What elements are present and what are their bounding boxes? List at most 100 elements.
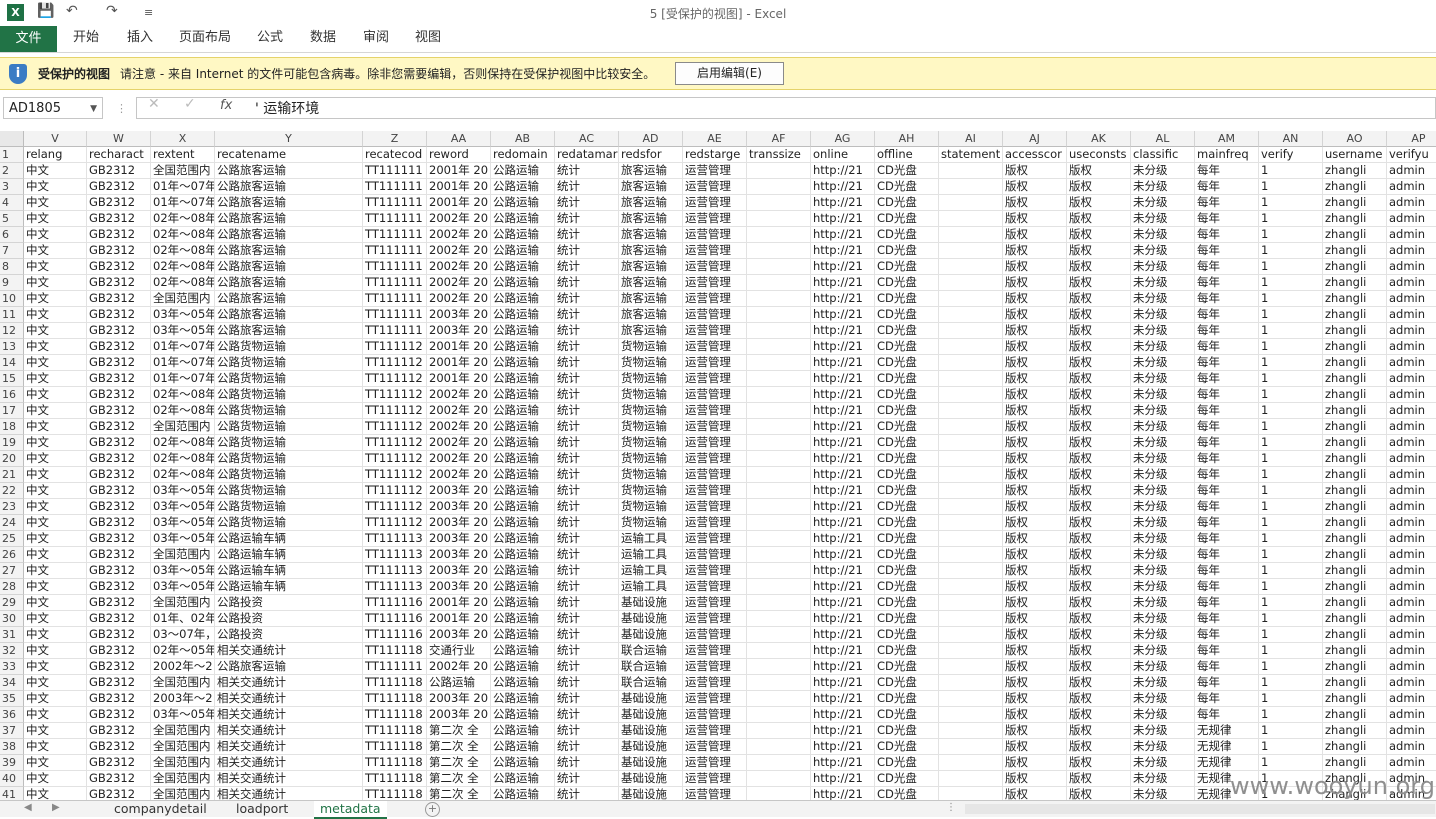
column-header-an[interactable]: AN: [1259, 131, 1323, 147]
table-cell[interactable]: 中文: [24, 739, 87, 755]
table-cell[interactable]: GB2312: [87, 787, 151, 800]
table-cell[interactable]: CD光盘: [875, 627, 939, 643]
table-cell[interactable]: 每年: [1195, 627, 1259, 643]
table-cell[interactable]: 货物运输: [619, 339, 683, 355]
table-cell[interactable]: TT111113: [363, 579, 427, 595]
table-cell[interactable]: http://21: [811, 291, 875, 307]
table-cell[interactable]: zhangli: [1323, 707, 1387, 723]
table-cell[interactable]: 未分级: [1131, 387, 1195, 403]
table-cell[interactable]: 运营管理: [683, 531, 747, 547]
table-cell[interactable]: 公路货物运输: [215, 419, 363, 435]
table-cell[interactable]: CD光盘: [875, 483, 939, 499]
table-cell[interactable]: 每年: [1195, 163, 1259, 179]
table-cell[interactable]: GB2312: [87, 611, 151, 627]
table-cell[interactable]: 统计: [555, 195, 619, 211]
table-cell[interactable]: zhangli: [1323, 275, 1387, 291]
table-cell[interactable]: 2003年 20: [427, 579, 491, 595]
select-all-corner[interactable]: [0, 131, 24, 147]
table-cell[interactable]: 1: [1259, 323, 1323, 339]
table-cell[interactable]: 运营管理: [683, 339, 747, 355]
table-cell[interactable]: 中文: [24, 499, 87, 515]
table-cell[interactable]: 2002年 20: [427, 659, 491, 675]
horizontal-scrollbar[interactable]: [965, 804, 1435, 814]
table-cell[interactable]: admin: [1387, 291, 1436, 307]
table-cell[interactable]: [939, 371, 1003, 387]
table-cell[interactable]: 公路运输: [491, 723, 555, 739]
table-cell[interactable]: 版权: [1067, 547, 1131, 563]
table-cell[interactable]: 中文: [24, 691, 87, 707]
table-cell[interactable]: 版权: [1067, 579, 1131, 595]
table-cell[interactable]: 公路运输: [491, 643, 555, 659]
table-cell[interactable]: 货物运输: [619, 403, 683, 419]
column-header-v[interactable]: V: [24, 131, 87, 147]
table-cell[interactable]: 运营管理: [683, 643, 747, 659]
table-cell[interactable]: 公路运输: [491, 163, 555, 179]
table-cell[interactable]: 2003年 20: [427, 691, 491, 707]
table-cell[interactable]: GB2312: [87, 259, 151, 275]
table-cell[interactable]: 版权: [1067, 595, 1131, 611]
table-cell[interactable]: http://21: [811, 707, 875, 723]
table-cell[interactable]: 公路运输: [491, 547, 555, 563]
table-cell[interactable]: CD光盘: [875, 323, 939, 339]
table-cell[interactable]: 运营管理: [683, 547, 747, 563]
row-header[interactable]: 20: [0, 451, 24, 467]
table-cell[interactable]: GB2312: [87, 483, 151, 499]
table-cell[interactable]: 2003年 20: [427, 563, 491, 579]
table-cell[interactable]: 基础设施: [619, 627, 683, 643]
table-cell[interactable]: 版权: [1067, 755, 1131, 771]
table-cell[interactable]: 版权: [1003, 675, 1067, 691]
table-cell[interactable]: 运营管理: [683, 723, 747, 739]
table-cell[interactable]: 公路货物运输: [215, 339, 363, 355]
table-cell[interactable]: 公路货物运输: [215, 515, 363, 531]
table-cell[interactable]: 每年: [1195, 419, 1259, 435]
table-cell[interactable]: 中文: [24, 451, 87, 467]
name-box[interactable]: AD1805 ▼: [3, 97, 103, 119]
table-cell[interactable]: admin: [1387, 307, 1436, 323]
table-cell[interactable]: 1: [1259, 515, 1323, 531]
table-cell[interactable]: TT111118: [363, 755, 427, 771]
table-cell[interactable]: [939, 643, 1003, 659]
table-cell[interactable]: [939, 291, 1003, 307]
table-cell[interactable]: TT111112: [363, 355, 427, 371]
table-cell[interactable]: 1: [1259, 419, 1323, 435]
table-cell[interactable]: 02年～08年: [151, 259, 215, 275]
table-cell[interactable]: admin: [1387, 467, 1436, 483]
table-cell[interactable]: CD光盘: [875, 691, 939, 707]
column-header-ag[interactable]: AG: [811, 131, 875, 147]
table-cell[interactable]: 版权: [1003, 179, 1067, 195]
table-cell[interactable]: [939, 227, 1003, 243]
table-cell[interactable]: [939, 435, 1003, 451]
table-cell[interactable]: 运营管理: [683, 435, 747, 451]
table-cell[interactable]: 全国范围内: [151, 163, 215, 179]
table-cell[interactable]: 版权: [1067, 371, 1131, 387]
table-cell[interactable]: http://21: [811, 323, 875, 339]
table-cell[interactable]: 2002年 20: [427, 259, 491, 275]
table-cell[interactable]: [939, 355, 1003, 371]
table-cell[interactable]: 1: [1259, 227, 1323, 243]
table-cell[interactable]: CD光盘: [875, 563, 939, 579]
row-header[interactable]: 31: [0, 627, 24, 643]
table-cell[interactable]: 中文: [24, 435, 87, 451]
header-cell[interactable]: relang: [24, 147, 87, 163]
table-cell[interactable]: 2002年 20: [427, 387, 491, 403]
table-cell[interactable]: 1: [1259, 243, 1323, 259]
table-cell[interactable]: [939, 483, 1003, 499]
row-header[interactable]: 11: [0, 307, 24, 323]
table-cell[interactable]: [747, 451, 811, 467]
table-cell[interactable]: zhangli: [1323, 675, 1387, 691]
table-cell[interactable]: 基础设施: [619, 595, 683, 611]
table-cell[interactable]: 每年: [1195, 675, 1259, 691]
table-cell[interactable]: admin: [1387, 483, 1436, 499]
table-cell[interactable]: 货物运输: [619, 483, 683, 499]
table-cell[interactable]: GB2312: [87, 403, 151, 419]
table-cell[interactable]: CD光盘: [875, 211, 939, 227]
table-cell[interactable]: 未分级: [1131, 419, 1195, 435]
table-cell[interactable]: 中文: [24, 323, 87, 339]
row-header[interactable]: 27: [0, 563, 24, 579]
table-cell[interactable]: 版权: [1003, 403, 1067, 419]
table-cell[interactable]: 运营管理: [683, 579, 747, 595]
table-cell[interactable]: 运营管理: [683, 355, 747, 371]
table-cell[interactable]: http://21: [811, 227, 875, 243]
table-cell[interactable]: 旅客运输: [619, 163, 683, 179]
table-cell[interactable]: 未分级: [1131, 227, 1195, 243]
